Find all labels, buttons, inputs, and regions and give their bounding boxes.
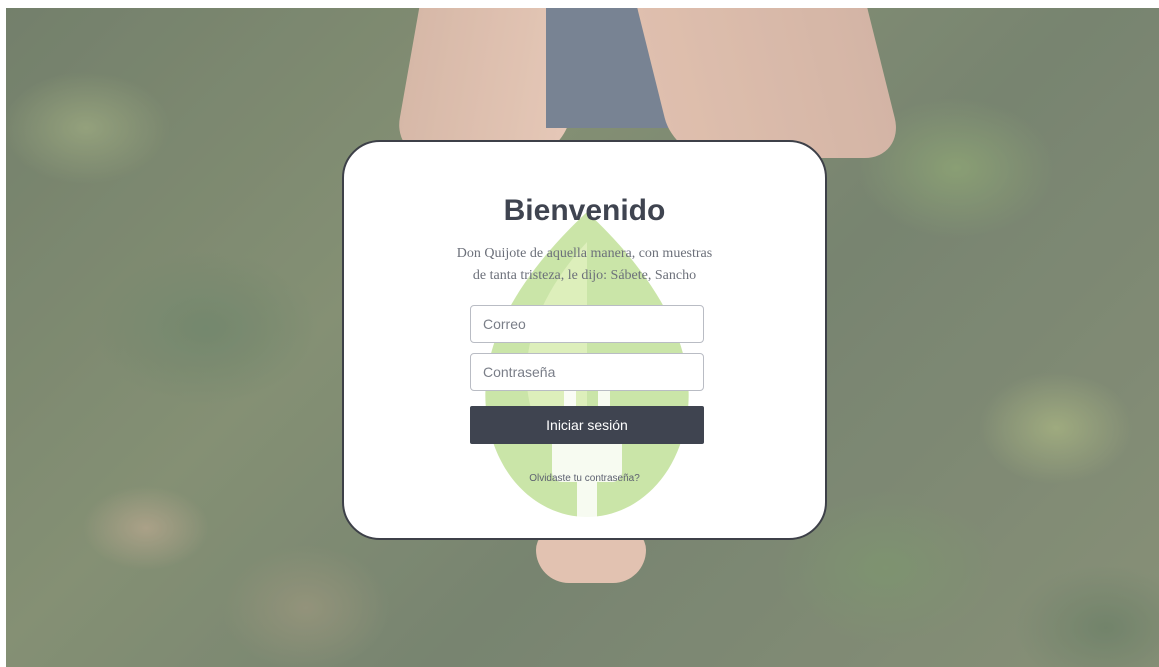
password-field[interactable] xyxy=(470,353,704,391)
forgot-password-link[interactable]: Olvidaste tu contraseña? xyxy=(344,473,825,484)
subtitle-line-1: Don Quijote de aquella manera, con muest… xyxy=(456,246,713,261)
welcome-subtitle: Don Quijote de aquella manera, con muest… xyxy=(424,243,745,287)
login-page: Bienvenido Don Quijote de aquella manera… xyxy=(6,8,1159,667)
login-button[interactable]: Iniciar sesión xyxy=(470,406,704,444)
login-card: Bienvenido Don Quijote de aquella manera… xyxy=(342,140,827,540)
page-title: Bienvenido xyxy=(503,194,666,227)
email-field[interactable] xyxy=(470,305,704,343)
subtitle-line-2: de tanta tristeza, le dijo: Sábete, Sanc… xyxy=(472,268,697,283)
